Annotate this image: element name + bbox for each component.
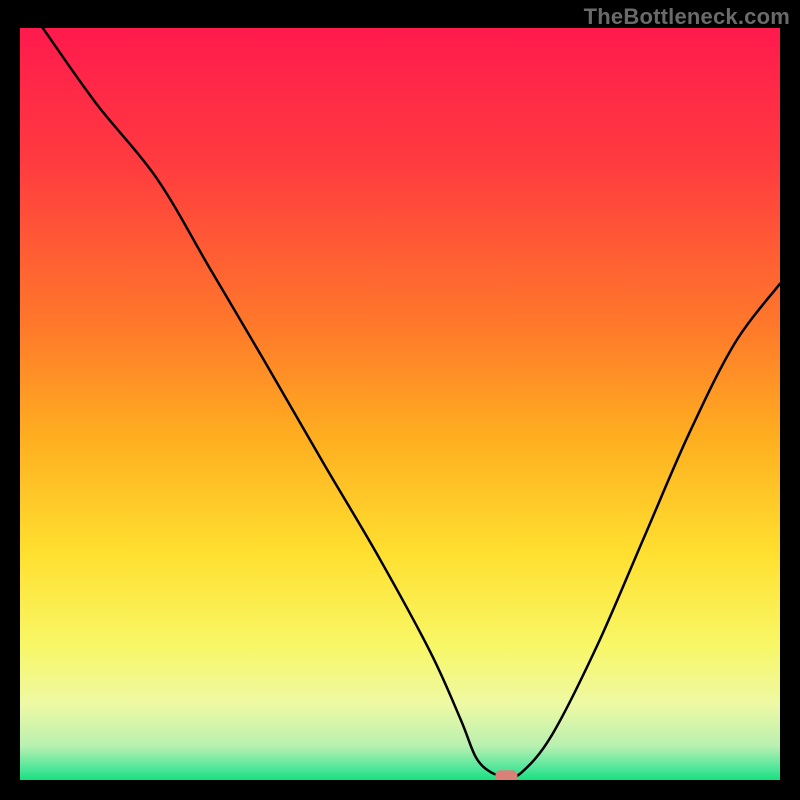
watermark-text: TheBottleneck.com	[584, 4, 790, 30]
optimal-marker	[495, 770, 517, 780]
gradient-background	[20, 28, 780, 780]
plot-area	[20, 28, 780, 780]
chart-svg	[20, 28, 780, 780]
chart-frame: TheBottleneck.com	[0, 0, 800, 800]
